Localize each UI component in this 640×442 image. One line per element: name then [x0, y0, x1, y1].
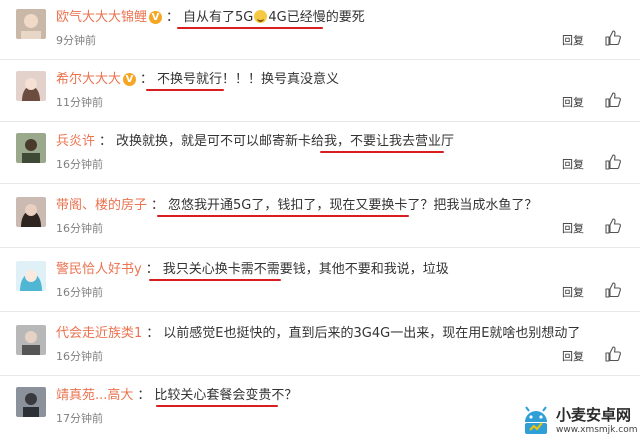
- separator: ：: [166, 10, 180, 25]
- comment-timestamp: 9分钟前: [56, 34, 96, 47]
- username-link[interactable]: 兵炎许: [56, 134, 95, 149]
- separator: ：: [145, 262, 159, 277]
- username-link[interactable]: 欧气大大大锦鲤: [56, 10, 147, 25]
- thumbs-up-icon[interactable]: [605, 92, 621, 108]
- comment-text: 以前感觉E也挺快的，直到后来的3G4G一出来，现在用E就啥也别想动了: [163, 326, 581, 341]
- comment-row: 希尔大大大 V：不换号就行！！！换号真没意义 11分钟前 回复: [0, 62, 640, 122]
- red-underline-annotation: [157, 215, 409, 217]
- reply-button[interactable]: 回复: [562, 94, 584, 110]
- red-underline-annotation: [156, 405, 278, 407]
- avatar[interactable]: [16, 71, 46, 101]
- comment-timestamp: 17分钟前: [56, 412, 103, 425]
- avatar[interactable]: [16, 133, 46, 163]
- comment-text: 不换号就行！！！换号真没意义: [157, 72, 340, 87]
- comment-text-continued: 4G已经慢的要死: [268, 10, 365, 25]
- comment-row: 兵炎许 ：改换就换，就是可不可以邮寄新卡给我，不要让我去营业厅 16分钟前 回复: [0, 124, 640, 184]
- comment-text: 改换就换，就是可不可以邮寄新卡给我，不要让我去营业厅: [116, 134, 455, 149]
- reply-button[interactable]: 回复: [562, 32, 584, 48]
- avatar[interactable]: [16, 325, 46, 355]
- reply-button[interactable]: 回复: [562, 348, 584, 364]
- watermark-title: 小麦安卓网: [556, 406, 632, 424]
- comment-line: 兵炎许 ：改换就换，就是可不可以邮寄新卡给我，不要让我去营业厅: [56, 130, 454, 149]
- comment-timestamp: 16分钟前: [56, 350, 103, 363]
- avatar[interactable]: [16, 387, 46, 417]
- red-underline-annotation: [146, 89, 224, 91]
- comment-line: 欧气大大大锦鲤 V：自从有了5G 4G已经慢的要死: [56, 6, 365, 25]
- thumbs-up-icon[interactable]: [605, 30, 621, 46]
- username-link[interactable]: 带阁、楼的房子: [56, 198, 147, 213]
- avatar[interactable]: [16, 197, 46, 227]
- reply-button[interactable]: 回复: [562, 220, 584, 236]
- comment-row: 警民恰人好书y：我只关心换卡需不需要钱，其他不要和我说，垃圾 16分钟前 回复: [0, 252, 640, 312]
- username-link[interactable]: 代会走近族类1: [56, 326, 142, 341]
- separator: ：: [140, 72, 154, 87]
- username-link[interactable]: 希尔大大大: [56, 72, 121, 87]
- username-link[interactable]: 警民恰人好书y: [56, 262, 142, 277]
- comment-row: 欧气大大大锦鲤 V：自从有了5G 4G已经慢的要死 9分钟前 回复: [0, 0, 640, 60]
- comment-text: 我只关心换卡需不需要钱，其他不要和我说，垃圾: [162, 262, 449, 277]
- comment-row: 代会走近族类1 ：以前感觉E也挺快的，直到后来的3G4G一出来，现在用E就啥也别想…: [0, 316, 640, 376]
- site-watermark: 小麦安卓网 www.xmsmjk.com: [520, 402, 638, 440]
- comment-line: 希尔大大大 V：不换号就行！！！换号真没意义: [56, 68, 339, 87]
- comment-text: 比较关心套餐会变贵不？: [154, 388, 298, 403]
- android-logo-icon: [520, 404, 552, 436]
- separator: ：: [99, 134, 113, 149]
- red-underline-annotation: [177, 27, 323, 29]
- thumbs-up-icon[interactable]: [605, 282, 621, 298]
- comment-timestamp: 16分钟前: [56, 286, 103, 299]
- verified-badge-icon: V: [123, 73, 137, 86]
- username-link[interactable]: 靖真苑...高大: [56, 388, 133, 403]
- watermark-url: www.xmsmjk.com: [556, 425, 638, 435]
- verified-badge-icon: V: [149, 11, 163, 24]
- comment-timestamp: 16分钟前: [56, 222, 103, 235]
- comment-line: 靖真苑...高大 ：比较关心套餐会变贵不？: [56, 384, 297, 403]
- comment-line: 带阁、楼的房子 ：忽悠我开通5G了，钱扣了，现在又要换卡了？把我当成水鱼了？: [56, 194, 537, 213]
- thumbs-up-icon[interactable]: [605, 218, 621, 234]
- laugh-cry-emoji-icon: [254, 10, 268, 23]
- reply-button[interactable]: 回复: [562, 284, 584, 300]
- thumbs-up-icon[interactable]: [605, 154, 621, 170]
- comment-text: 自从有了5G: [183, 10, 254, 25]
- comment-timestamp: 11分钟前: [56, 96, 103, 109]
- red-underline-annotation: [320, 151, 444, 153]
- comment-line: 代会走近族类1 ：以前感觉E也挺快的，直到后来的3G4G一出来，现在用E就啥也别想…: [56, 322, 580, 341]
- separator: ：: [151, 198, 165, 213]
- comment-timestamp: 16分钟前: [56, 158, 103, 171]
- thumbs-up-icon[interactable]: [605, 346, 621, 362]
- comment-feed: 欧气大大大锦鲤 V：自从有了5G 4G已经慢的要死 9分钟前 回复 希尔大大大 V：不…: [0, 0, 640, 442]
- avatar[interactable]: [16, 261, 46, 291]
- avatar[interactable]: [16, 9, 46, 39]
- comment-line: 警民恰人好书y：我只关心换卡需不需要钱，其他不要和我说，垃圾: [56, 258, 449, 277]
- comment-text: 忽悠我开通5G了，钱扣了，现在又要换卡了？把我当成水鱼了？: [168, 198, 538, 213]
- comment-row: 带阁、楼的房子 ：忽悠我开通5G了，钱扣了，现在又要换卡了？把我当成水鱼了？ 16…: [0, 188, 640, 248]
- reply-button[interactable]: 回复: [562, 156, 584, 172]
- separator: ：: [146, 326, 160, 341]
- red-underline-annotation: [149, 279, 281, 281]
- separator: ：: [137, 388, 151, 403]
